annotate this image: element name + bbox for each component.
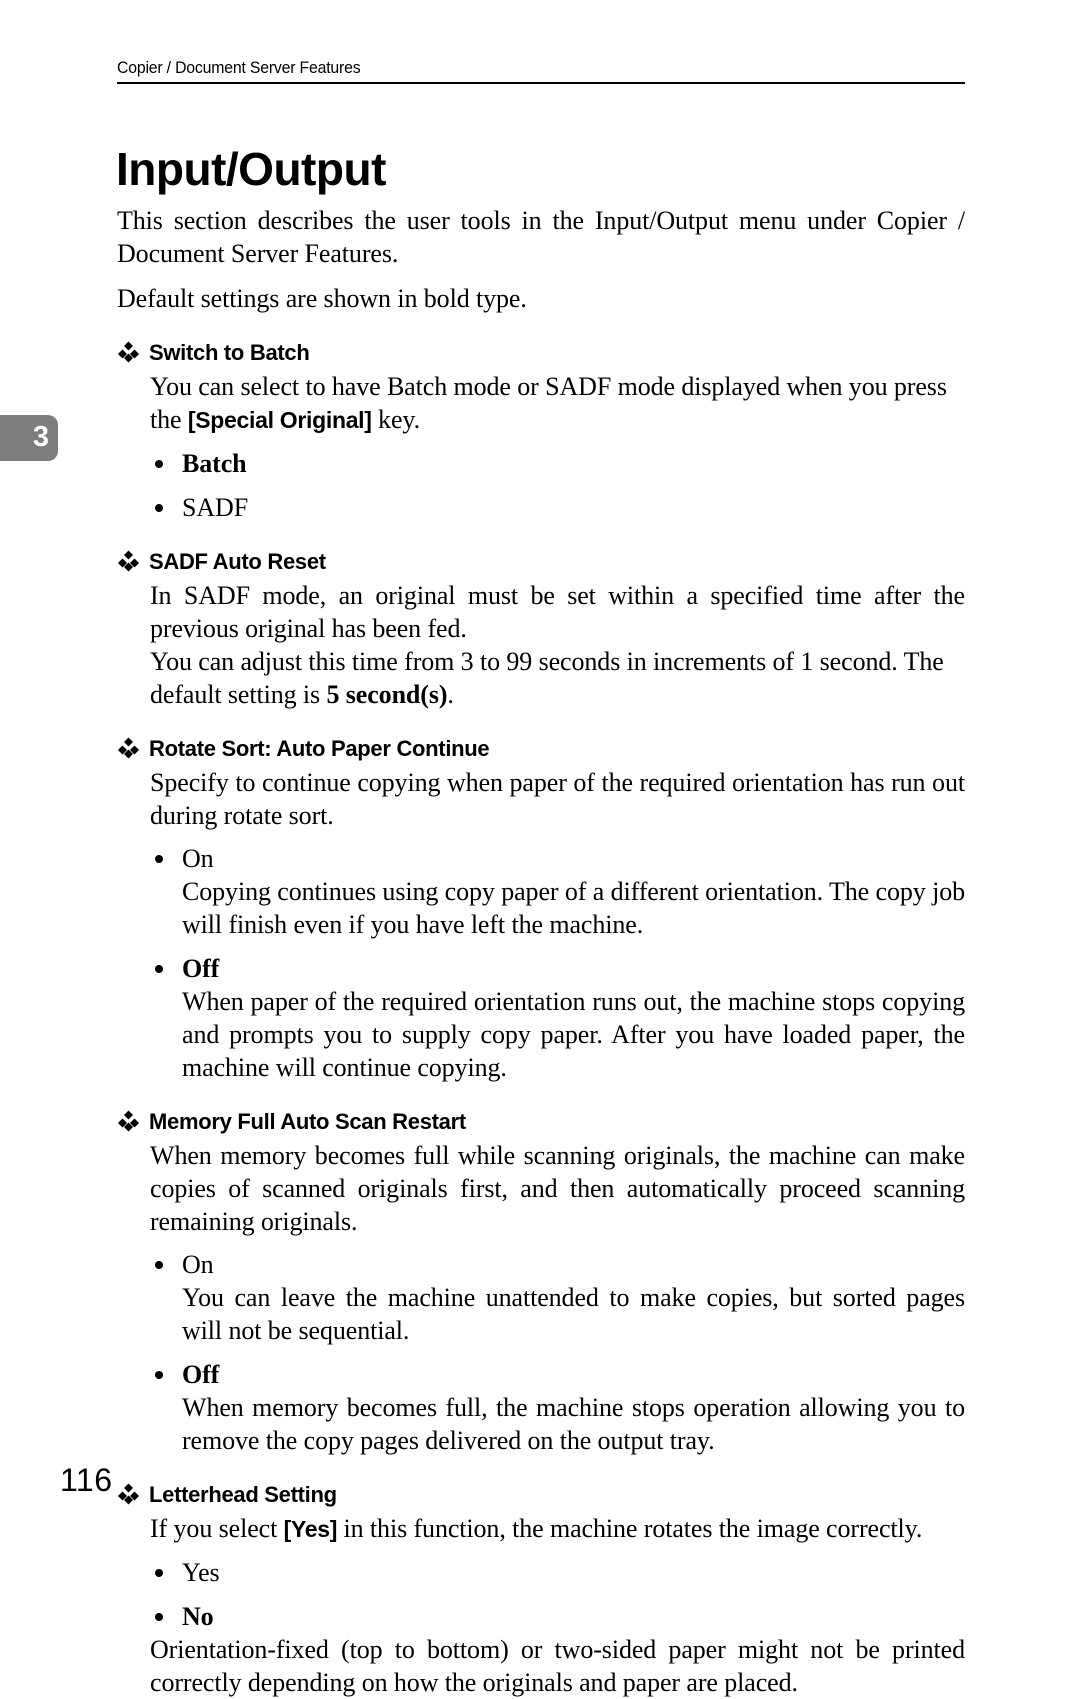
section-body: You can select to have Batch mode or SAD… bbox=[150, 370, 965, 524]
list-item: On Copying continues using copy paper of… bbox=[150, 842, 965, 941]
list-item: SADF bbox=[150, 491, 965, 524]
list-item: Off When paper of the required orientati… bbox=[150, 952, 965, 1084]
section-letterhead-setting: Letterhead Setting If you select [Yes] i… bbox=[117, 1482, 965, 1699]
bullet-dot-icon bbox=[155, 1569, 163, 1577]
document-page: Copier / Document Server Features 3 Inpu… bbox=[0, 0, 1080, 1697]
list-item: Off When memory becomes full, the machin… bbox=[150, 1358, 965, 1457]
page-content: This section describes the user tools in… bbox=[117, 204, 965, 1699]
paragraph-prefix: If you select bbox=[150, 1514, 284, 1543]
intro-paragraph-1: This section describes the user tools in… bbox=[117, 206, 965, 268]
option-label: Off bbox=[182, 1360, 220, 1389]
section-body: In SADF mode, an original must be set wi… bbox=[150, 579, 965, 711]
page-number: 116 bbox=[60, 1462, 113, 1498]
header-divider bbox=[117, 82, 965, 84]
section-memory-full-auto-scan-restart: Memory Full Auto Scan Restart When memor… bbox=[117, 1109, 965, 1457]
section-paragraph: When memory becomes full while scanning … bbox=[150, 1141, 965, 1236]
option-label: SADF bbox=[182, 493, 249, 522]
option-list: Batch SADF bbox=[150, 447, 965, 524]
bullet-dot-icon bbox=[155, 855, 163, 863]
section-heading-label: SADF Auto Reset bbox=[149, 549, 326, 574]
section-body: Specify to continue copying when paper o… bbox=[150, 766, 965, 1084]
section-heading-label: Rotate Sort: Auto Paper Continue bbox=[149, 736, 490, 761]
section-heading: Rotate Sort: Auto Paper Continue bbox=[117, 736, 965, 762]
option-list: On You can leave the machine unattended … bbox=[150, 1248, 965, 1457]
section-heading: Switch to Batch bbox=[117, 340, 965, 366]
option-label: On bbox=[182, 844, 214, 873]
option-list: Yes No bbox=[150, 1556, 965, 1633]
bullet-dot-icon bbox=[155, 965, 163, 973]
paragraph-suffix: key. bbox=[371, 405, 420, 434]
option-list: On Copying continues using copy paper of… bbox=[150, 842, 965, 1084]
paragraph-prefix: You can adjust this time from 3 to 99 se… bbox=[150, 647, 944, 709]
section-heading: Memory Full Auto Scan Restart bbox=[117, 1109, 965, 1135]
bullet-dot-icon bbox=[155, 504, 163, 512]
diamond-bullet-icon bbox=[118, 550, 140, 572]
section-heading-label: Memory Full Auto Scan Restart bbox=[149, 1109, 466, 1134]
diamond-bullet-icon bbox=[118, 1483, 140, 1505]
diamond-bullet-icon bbox=[118, 1110, 140, 1132]
closing-paragraph: Orientation-fixed (top to bottom) or two… bbox=[150, 1635, 965, 1697]
section-sadf-auto-reset: SADF Auto Reset In SADF mode, an origina… bbox=[117, 549, 965, 711]
section-paragraph: If you select [Yes] in this function, th… bbox=[150, 1512, 965, 1546]
section-rotate-sort-auto-paper-continue: Rotate Sort: Auto Paper Continue Specify… bbox=[117, 736, 965, 1084]
diamond-bullet-icon bbox=[118, 737, 140, 759]
option-description: When memory becomes full, the machine st… bbox=[182, 1393, 965, 1455]
option-label: On bbox=[182, 1250, 214, 1279]
section-paragraph: Specify to continue copying when paper o… bbox=[150, 768, 965, 830]
section-paragraph: In SADF mode, an original must be set wi… bbox=[150, 581, 965, 643]
key-label: [Special Original] bbox=[187, 407, 372, 433]
bullet-dot-icon bbox=[155, 460, 163, 468]
section-paragraph: You can adjust this time from 3 to 99 se… bbox=[150, 645, 965, 711]
page-header: Copier / Document Server Features bbox=[117, 58, 965, 84]
option-description: You can leave the machine unattended to … bbox=[182, 1283, 965, 1345]
page-title: Input/Output bbox=[116, 142, 386, 195]
list-item: On You can leave the machine unattended … bbox=[150, 1248, 965, 1347]
section-heading-label: Switch to Batch bbox=[149, 340, 310, 365]
option-description: Copying continues using copy paper of a … bbox=[182, 877, 965, 939]
section-heading: Letterhead Setting bbox=[117, 1482, 965, 1508]
paragraph-suffix: . bbox=[447, 680, 454, 709]
list-item: Batch bbox=[150, 447, 965, 480]
intro-paragraph-2: Default settings are shown in bold type. bbox=[117, 284, 527, 313]
diamond-bullet-icon bbox=[118, 341, 140, 363]
key-label: [Yes] bbox=[283, 1516, 338, 1542]
option-label: Off bbox=[182, 954, 220, 983]
bullet-dot-icon bbox=[155, 1261, 163, 1269]
section-paragraph: You can select to have Batch mode or SAD… bbox=[150, 370, 965, 437]
paragraph-suffix: in this function, the machine rotates th… bbox=[337, 1514, 923, 1543]
chapter-tab-marker: 3 bbox=[0, 415, 58, 461]
section-switch-to-batch: Switch to Batch You can select to have B… bbox=[117, 340, 965, 524]
section-body: When memory becomes full while scanning … bbox=[150, 1139, 965, 1457]
running-header-title: Copier / Document Server Features bbox=[117, 58, 361, 77]
list-item: No bbox=[150, 1600, 965, 1633]
default-value: 5 second(s) bbox=[326, 680, 448, 709]
bullet-dot-icon bbox=[155, 1613, 163, 1621]
option-label: No bbox=[182, 1602, 214, 1631]
bullet-dot-icon bbox=[155, 1371, 163, 1379]
section-body: If you select [Yes] in this function, th… bbox=[150, 1512, 965, 1699]
option-label: Batch bbox=[182, 449, 247, 478]
section-heading-label: Letterhead Setting bbox=[149, 1482, 337, 1507]
list-item: Yes bbox=[150, 1556, 965, 1589]
option-label: Yes bbox=[182, 1558, 220, 1587]
section-heading: SADF Auto Reset bbox=[117, 549, 965, 575]
chapter-number: 3 bbox=[32, 420, 49, 453]
option-description: When paper of the required orientation r… bbox=[182, 987, 965, 1082]
